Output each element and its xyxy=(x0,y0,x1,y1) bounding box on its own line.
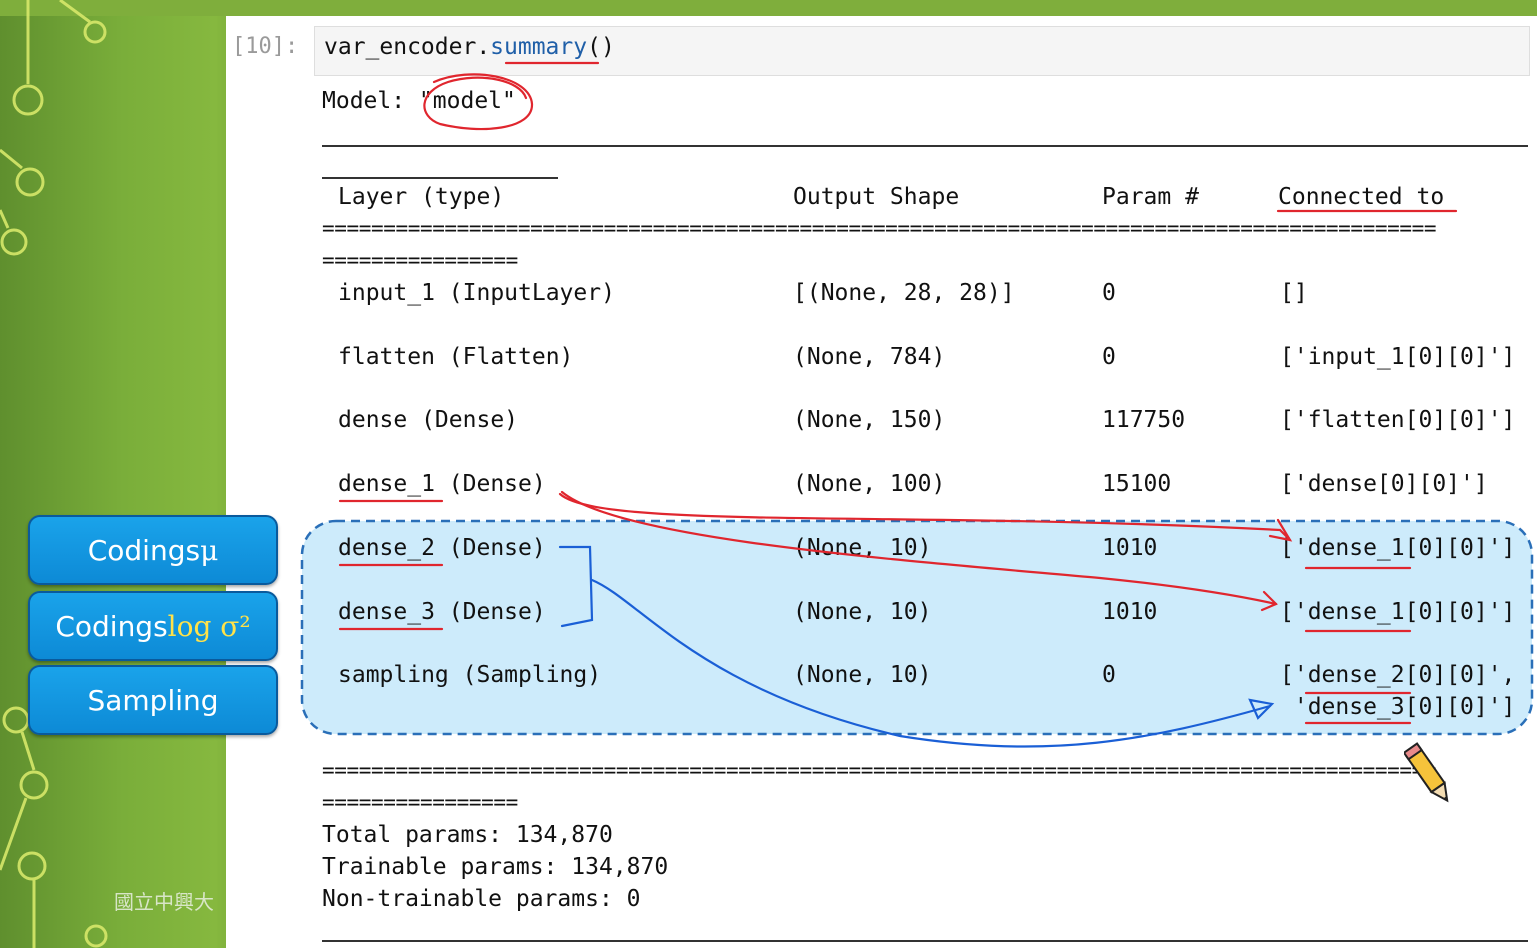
trainable-params: Trainable params: 134,870 xyxy=(322,854,669,880)
row-shape-input_1: [(None, 28, 28)] xyxy=(793,280,1015,306)
row-layer-input_1: input_1 (InputLayer) xyxy=(338,280,615,306)
bottom-rule xyxy=(322,940,1528,942)
row-params-dense_1: 15100 xyxy=(1102,471,1172,497)
log-sigma-symbol: log σ² xyxy=(167,609,251,643)
row-params-sampling: 0 xyxy=(1102,662,1116,688)
row-params-dense_3: 1010 xyxy=(1102,599,1158,625)
row-connected-sampling: ['dense_2[0][0]', xyxy=(1280,662,1516,688)
row-connected-dense_2: ['dense_1[0][0]'] xyxy=(1280,535,1516,561)
row-params-flatten: 0 xyxy=(1102,344,1116,370)
codings-mu-label: Codings xyxy=(87,533,201,567)
row-shape-dense_1: (None, 100) xyxy=(793,471,946,497)
row-layer-dense_2: dense_2 (Dense) xyxy=(338,535,546,561)
footer-separator-wrap: ================ xyxy=(322,790,518,814)
codings-logvar-button[interactable]: Codings log σ² xyxy=(28,591,278,661)
mu-symbol: μ xyxy=(200,533,219,567)
row-layer-dense_1: dense_1 (Dense) xyxy=(338,471,546,497)
row-shape-dense_2: (None, 10) xyxy=(793,535,932,561)
row-layer-sampling: sampling (Sampling) xyxy=(338,662,602,688)
codings-mu-button[interactable]: Codings μ xyxy=(28,515,278,585)
non-trainable-params: Non-trainable params: 0 xyxy=(322,886,641,912)
row-connected-input_1: [] xyxy=(1280,280,1308,306)
row-connected-dense_1: ['dense[0][0]'] xyxy=(1280,471,1488,497)
row-connected-dense: ['flatten[0][0]'] xyxy=(1280,407,1516,433)
row-connected-flatten: ['input_1[0][0]'] xyxy=(1280,344,1516,370)
row-shape-sampling: (None, 10) xyxy=(793,662,932,688)
row-shape-dense: (None, 150) xyxy=(793,407,946,433)
total-params: Total params: 134,870 xyxy=(322,822,613,848)
row-shape-flatten: (None, 784) xyxy=(793,344,946,370)
row-connected-dense_3: ['dense_1[0][0]'] xyxy=(1280,599,1516,625)
row-params-dense: 117750 xyxy=(1102,407,1186,433)
row-params-input_1: 0 xyxy=(1102,280,1116,306)
university-watermark: 國立中興大 xyxy=(114,890,214,914)
codings-logvar-label: Codings xyxy=(55,609,168,643)
row-layer-dense: dense (Dense) xyxy=(338,407,519,433)
pencil-cursor-icon xyxy=(1404,742,1449,803)
sampling-label: Sampling xyxy=(87,683,219,717)
row-layer-dense_3: dense_3 (Dense) xyxy=(338,599,546,625)
row-shape-dense_3: (None, 10) xyxy=(793,599,932,625)
row-connected-sampling-cont: 'dense_3[0][0]'] xyxy=(1280,694,1516,720)
row-layer-flatten: flatten (Flatten) xyxy=(338,344,574,370)
footer-separator: ========================================… xyxy=(322,758,1437,782)
sampling-button[interactable]: Sampling xyxy=(28,665,278,735)
row-params-dense_2: 1010 xyxy=(1102,535,1158,561)
